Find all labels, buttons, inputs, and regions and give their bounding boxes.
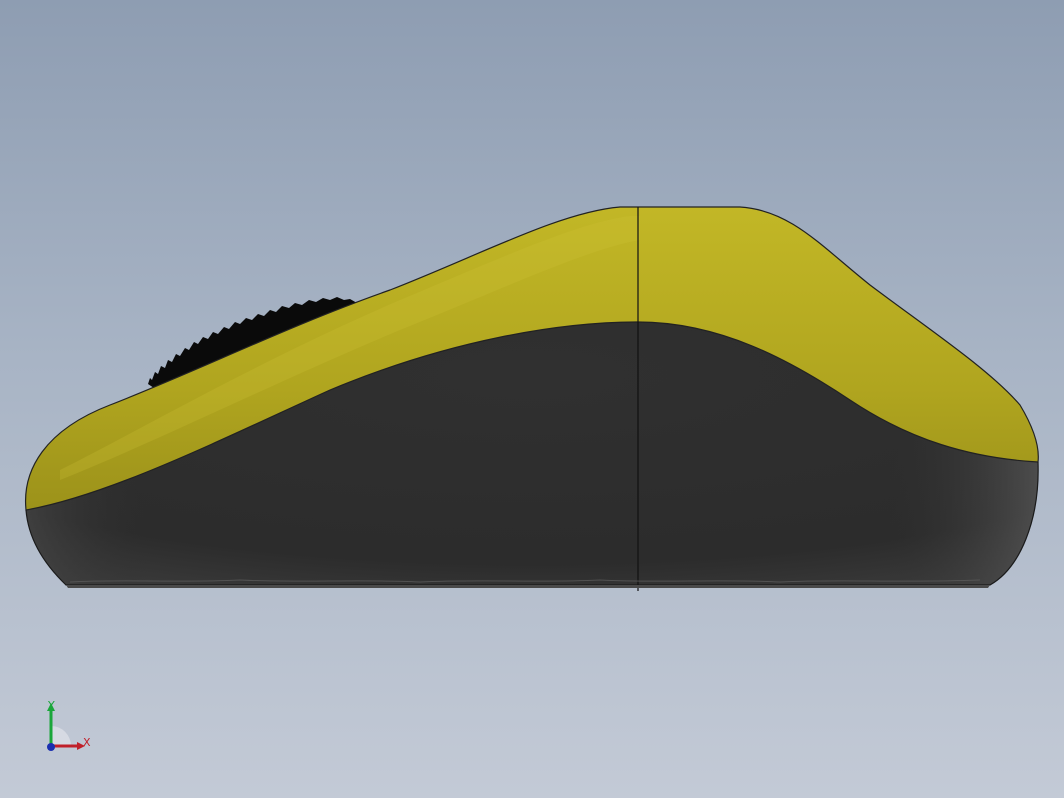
x-axis-label: X <box>83 736 91 749</box>
graphics-viewport[interactable]: Y X <box>0 0 1064 798</box>
coordinate-triad: Y X <box>38 696 98 756</box>
mouse-model[interactable] <box>0 0 1064 798</box>
mouse-base-edge <box>66 585 990 588</box>
y-axis-label: Y <box>48 699 55 712</box>
